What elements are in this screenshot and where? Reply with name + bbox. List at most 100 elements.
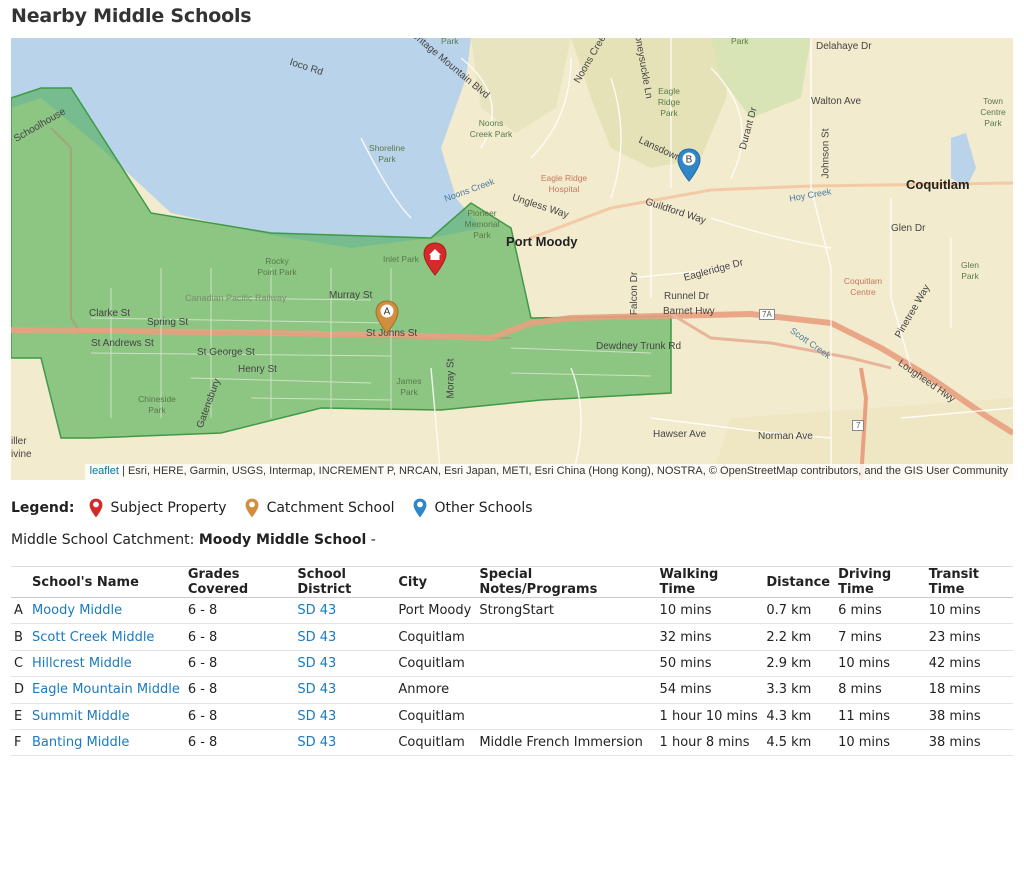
subject-property-marker[interactable]	[423, 242, 447, 276]
catchment-line: Middle School Catchment: Moody Middle Sc…	[11, 532, 376, 548]
table-row: F Banting Middle 6 - 8 SD 43 Coquitlam M…	[11, 729, 1013, 757]
driving-cell: 8 mins	[834, 676, 925, 704]
driving-cell: 11 mins	[834, 703, 925, 730]
map-label-shield: 7A	[759, 309, 775, 320]
driving-cell: 10 mins	[834, 650, 925, 678]
distance-cell: 4.3 km	[762, 703, 835, 730]
city-cell: Coquitlam	[394, 623, 476, 651]
map-label-street: Henry St	[238, 364, 277, 375]
row-letter: A	[11, 597, 29, 625]
school-name-link[interactable]: Moody Middle	[32, 603, 122, 618]
other-school-marker[interactable]: B	[677, 148, 701, 182]
school-name-link[interactable]: Eagle Mountain Middle	[32, 682, 180, 697]
table-row: A Moody Middle 6 - 8 SD 43 Port Moody St…	[11, 597, 1013, 625]
transit-cell: 38 mins	[924, 729, 1013, 757]
district-link[interactable]: SD 43	[297, 630, 336, 645]
notes-cell: StrongStart	[475, 597, 656, 625]
district-link[interactable]: SD 43	[297, 682, 336, 697]
notes-cell: Middle French Immersion	[475, 729, 656, 757]
grades-cell: 6 - 8	[183, 623, 294, 651]
map-label-park: Noons Creek Park	[469, 118, 513, 139]
map-label-street: Barnet Hwy	[663, 306, 715, 317]
map-label-street: Norman Ave	[758, 431, 813, 442]
map-label-street: Spring St	[147, 317, 189, 328]
district-link[interactable]: SD 43	[297, 603, 336, 618]
legend-item-subject-property: Subject Property	[89, 498, 227, 518]
map-label-city: Coquitlam	[906, 177, 970, 192]
leaflet-link[interactable]: leaflet	[90, 465, 119, 477]
map-label-street: St Andrews St	[91, 338, 154, 349]
header-notes: Special Notes/Programs	[475, 566, 656, 598]
transit-cell: 42 mins	[924, 650, 1013, 678]
distance-cell: 2.2 km	[762, 623, 835, 651]
distance-cell: 0.7 km	[762, 597, 835, 625]
legend-label: Subject Property	[110, 500, 227, 516]
header-distance: Distance	[762, 566, 835, 598]
driving-cell: 7 mins	[834, 623, 925, 651]
district-link[interactable]: SD 43	[297, 735, 336, 750]
walking-cell: 54 mins	[655, 676, 763, 704]
city-cell: Port Moody	[394, 597, 476, 625]
header-walking: Walking Time	[655, 566, 763, 598]
header-letter	[11, 566, 29, 598]
city-cell: Coquitlam	[394, 729, 476, 757]
map-label-hospital: Eagle Ridge Hospital	[540, 173, 588, 194]
map-attribution: leaflet | Esri, HERE, Garmin, USGS, Inte…	[84, 464, 1013, 480]
marker-label: B	[686, 155, 693, 166]
map-label-park: Eagle Ridge Park	[657, 86, 681, 118]
blue-pin-icon	[413, 498, 426, 518]
school-name-link[interactable]: Summit Middle	[32, 709, 130, 724]
legend-item-catchment-school: Catchment School	[245, 498, 395, 518]
header-district: School District	[293, 566, 395, 598]
map-label-street: iller	[11, 436, 27, 447]
catchment-school-name: Moody Middle School	[198, 532, 367, 548]
map-label-street: St George St	[197, 347, 255, 358]
driving-cell: 6 mins	[834, 597, 925, 625]
transit-cell: 23 mins	[924, 623, 1013, 651]
distance-cell: 2.9 km	[762, 650, 835, 678]
map[interactable]: Ioco Rd Heritage Mountain Blvd Noons Cre…	[11, 38, 1013, 480]
distance-cell: 3.3 km	[762, 676, 835, 704]
catchment-suffix: -	[366, 532, 376, 548]
map-label-park: Park	[441, 38, 459, 46]
map-label-street: Dewdney Trunk Rd	[596, 341, 682, 352]
map-label-street: Hawser Ave	[653, 429, 707, 440]
map-label-park: Glen Park	[961, 260, 979, 281]
legend-label: Other Schools	[434, 500, 533, 516]
table-header-row: School's Name Grades Covered School Dist…	[11, 566, 1013, 598]
driving-cell: 10 mins	[834, 729, 925, 757]
catchment-school-marker[interactable]: A	[375, 300, 399, 334]
map-label-street: Runnel Dr	[664, 291, 710, 302]
map-label-park: Chineside Park	[138, 394, 176, 415]
legend-title: Legend:	[11, 500, 75, 516]
row-letter: E	[11, 703, 29, 730]
header-school-name: School's Name	[28, 566, 184, 598]
walking-cell: 1 hour 8 mins	[655, 729, 763, 757]
school-name-link[interactable]: Hillcrest Middle	[32, 656, 132, 671]
marker-label: A	[384, 307, 391, 318]
district-link[interactable]: SD 43	[297, 709, 336, 724]
map-label-street: Walton Ave	[811, 96, 862, 107]
legend: Legend: Subject Property Catchment Schoo…	[11, 497, 551, 519]
map-label-park: Rocky Point Park	[257, 256, 297, 277]
district-link[interactable]: SD 43	[297, 656, 336, 671]
city-cell: Coquitlam	[394, 650, 476, 678]
map-label-railway: Canadian Pacific Railway	[185, 293, 287, 303]
header-driving: Driving Time	[834, 566, 925, 598]
map-label-street: Clarke St	[89, 308, 131, 319]
distance-cell: 4.5 km	[762, 729, 835, 757]
header-transit: Transit Time	[924, 566, 1013, 598]
legend-label: Catchment School	[266, 500, 395, 516]
walking-cell: 32 mins	[655, 623, 763, 651]
map-label-street: Falcon Dr	[629, 271, 641, 316]
header-grades: Grades Covered	[183, 566, 294, 598]
header-city: City	[394, 566, 476, 598]
grades-cell: 6 - 8	[183, 703, 294, 730]
map-label-street: Moray St	[445, 358, 457, 399]
school-name-link[interactable]: Banting Middle	[32, 735, 129, 750]
catchment-prefix: Middle School Catchment:	[11, 532, 199, 548]
grades-cell: 6 - 8	[183, 597, 294, 625]
map-label-city: Port Moody	[506, 234, 578, 249]
school-name-link[interactable]: Scott Creek Middle	[32, 630, 154, 645]
grades-cell: 6 - 8	[183, 650, 294, 678]
